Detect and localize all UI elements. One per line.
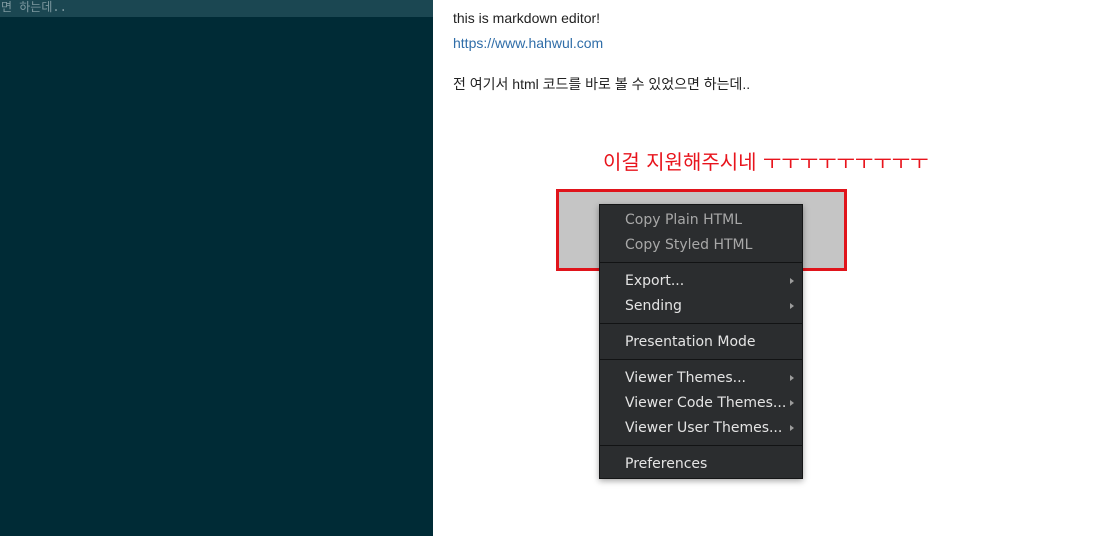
- context-menu: Copy Plain HTML Copy Styled HTML Export.…: [599, 204, 803, 479]
- menu-item-viewer-code-themes-label: Viewer Code Themes...: [625, 395, 787, 411]
- preview-paragraph-1: this is markdown editor!: [453, 10, 601, 26]
- preview-link[interactable]: https://www.hahwul.com: [453, 35, 603, 51]
- menu-separator: [600, 262, 802, 263]
- menu-separator: [600, 445, 802, 446]
- editor-current-line[interactable]: 면 하는데..: [0, 0, 433, 17]
- menu-item-copy-plain-html[interactable]: Copy Plain HTML: [600, 208, 802, 232]
- submenu-arrow-icon: [790, 303, 794, 309]
- menu-separator: [600, 359, 802, 360]
- submenu-arrow-icon: [790, 400, 794, 406]
- menu-item-export-label: Export...: [625, 273, 685, 289]
- menu-item-viewer-user-themes-label: Viewer User Themes...: [625, 420, 783, 436]
- menu-item-presentation-mode[interactable]: Presentation Mode: [600, 330, 802, 354]
- menu-item-viewer-themes[interactable]: Viewer Themes...: [600, 366, 802, 390]
- preview-paragraph-2: 전 여기서 html 코드를 바로 볼 수 있었으면 하는데..: [453, 76, 751, 92]
- menu-item-viewer-code-themes[interactable]: Viewer Code Themes...: [600, 391, 802, 415]
- submenu-arrow-icon: [790, 278, 794, 284]
- preview-link-line: https://www.hahwul.com: [453, 35, 603, 51]
- annotation-text: 이걸 지원해주시네 ㅜㅜㅜㅜㅜㅜㅜㅜㅜ: [603, 150, 929, 174]
- menu-item-viewer-user-themes[interactable]: Viewer User Themes...: [600, 416, 802, 440]
- menu-item-sending-label: Sending: [625, 298, 682, 314]
- editor-pane[interactable]: 면 하는데..: [0, 0, 433, 536]
- menu-item-viewer-themes-label: Viewer Themes...: [625, 370, 746, 386]
- menu-item-export[interactable]: Export...: [600, 269, 802, 293]
- menu-item-sending[interactable]: Sending: [600, 294, 802, 318]
- menu-separator: [600, 323, 802, 324]
- submenu-arrow-icon: [790, 425, 794, 431]
- submenu-arrow-icon: [790, 375, 794, 381]
- menu-item-preferences[interactable]: Preferences: [600, 452, 802, 476]
- menu-item-copy-styled-html[interactable]: Copy Styled HTML: [600, 233, 802, 257]
